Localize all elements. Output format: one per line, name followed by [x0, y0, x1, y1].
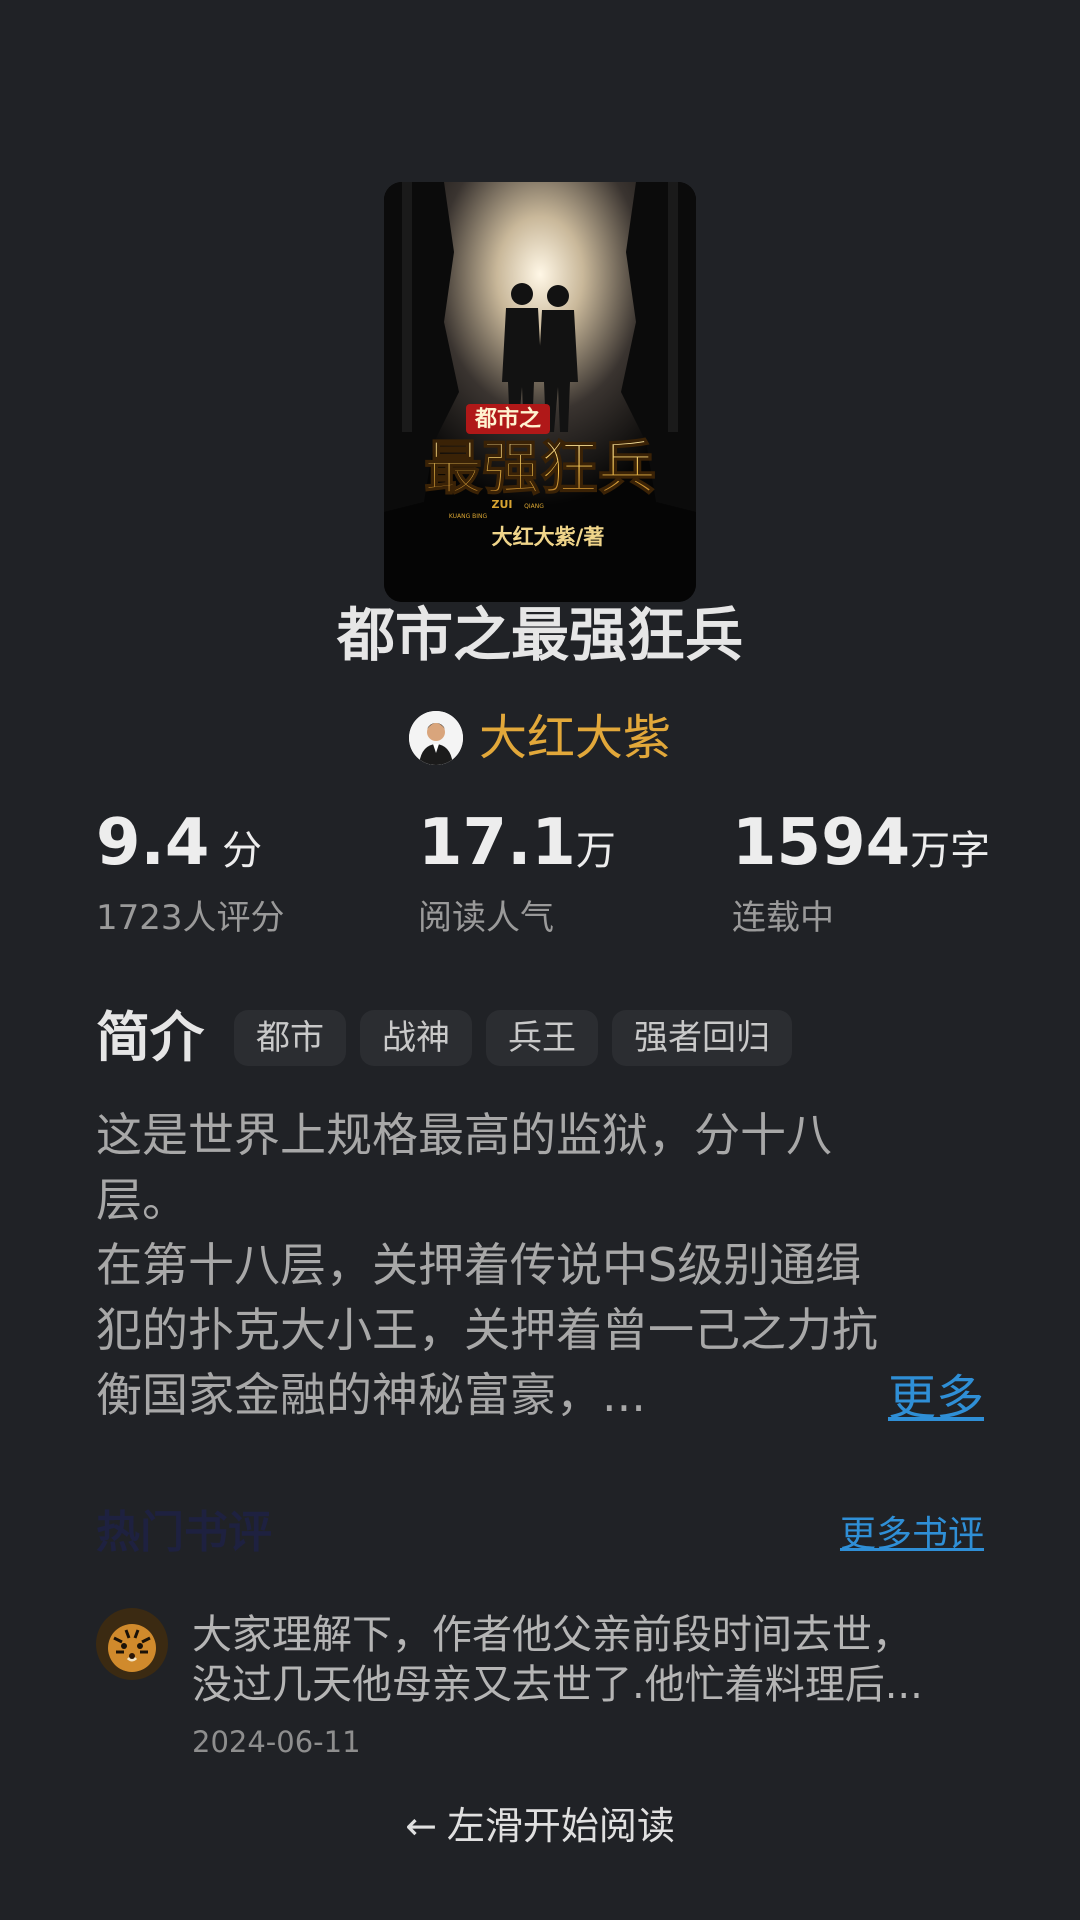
- svg-text:QIANG: QIANG: [524, 503, 544, 510]
- synopsis-line: 衡国家金融的神秘富豪，...: [96, 1368, 646, 1422]
- svg-text:最强狂兵: 最强狂兵: [424, 434, 656, 502]
- more-reviews-link[interactable]: 更多书评: [840, 1510, 984, 1560]
- svg-text:KUANG BING: KUANG BING: [449, 513, 488, 520]
- tag-strong-return[interactable]: 强者回归: [612, 1010, 792, 1066]
- intro-title: 简介: [96, 1006, 204, 1069]
- rating-stat: 9.4 分 1723人评分: [96, 806, 285, 940]
- synopsis-line: 层。: [96, 1173, 188, 1227]
- tag-soldier-king[interactable]: 兵王: [486, 1010, 598, 1066]
- review-date: 2024-06-11: [192, 1725, 361, 1759]
- author-name[interactable]: 大红大紫: [479, 708, 671, 768]
- svg-text:都市之: 都市之: [474, 406, 541, 432]
- popularity-label: 阅读人气: [418, 898, 554, 938]
- cover-art: 都市之 最强狂兵 ZUI QIANG KUANG BING 大红大紫/著: [384, 182, 696, 602]
- popularity-stat: 17.1万 阅读人气: [418, 806, 616, 940]
- review-line: 大家理解下，作者他父亲前段时间去世，: [192, 1612, 912, 1658]
- rating-value: 9.4: [96, 806, 210, 880]
- book-cover[interactable]: 都市之 最强狂兵 ZUI QIANG KUANG BING 大红大紫/著: [384, 182, 696, 602]
- svg-text:大红大紫/著: 大红大紫/著: [492, 524, 605, 549]
- arrow-left-icon: ←: [405, 1804, 437, 1848]
- author-avatar[interactable]: [408, 711, 463, 765]
- reviews-title: 热门书评: [96, 1507, 272, 1558]
- rating-count-label: 1723人评分: [96, 898, 285, 938]
- synopsis[interactable]: 这是世界上规格最高的监狱，分十八 层。 在第十八层，关押着传说中S级别通缉 犯的…: [96, 1103, 986, 1428]
- swipe-to-read-label: 左滑开始阅读: [446, 1804, 675, 1848]
- book-title: 都市之最强狂兵: [336, 601, 743, 669]
- reviewer-avatar[interactable]: [96, 1608, 168, 1680]
- popularity-value: 17.1: [418, 806, 576, 880]
- tag-war-god[interactable]: 战神: [360, 1010, 472, 1066]
- rating-unit: 分: [209, 828, 263, 874]
- word-count-stat: 1594万字 连载中: [732, 806, 990, 940]
- author-row[interactable]: 大红大紫: [0, 708, 1080, 768]
- svg-text:ZUI: ZUI: [491, 498, 512, 511]
- review-line: 没过几天他母亲又去世了.他忙着料理后...: [192, 1662, 923, 1708]
- synopsis-more-link[interactable]: 更多: [888, 1368, 984, 1428]
- popularity-unit: 万: [575, 828, 616, 874]
- synopsis-line: 这是世界上规格最高的监狱，分十八: [96, 1108, 832, 1162]
- word-count-unit: 万字: [910, 828, 991, 874]
- swipe-to-read-hint[interactable]: ← 左滑开始阅读: [0, 1800, 1080, 1852]
- review-text[interactable]: 大家理解下，作者他父亲前段时间去世， 没过几天他母亲又去世了.他忙着料理后...: [192, 1610, 982, 1710]
- word-count-value: 1594: [732, 806, 911, 880]
- synopsis-line: 在第十八层，关押着传说中S级别通缉: [96, 1238, 862, 1292]
- tag-urban[interactable]: 都市: [234, 1010, 346, 1066]
- serial-status-label: 连载中: [732, 898, 834, 938]
- intro-header: 简介 都市 战神 兵王 强者回归: [96, 1006, 806, 1070]
- synopsis-line: 犯的扑克大小王，关押着曾一己之力抗: [96, 1303, 878, 1357]
